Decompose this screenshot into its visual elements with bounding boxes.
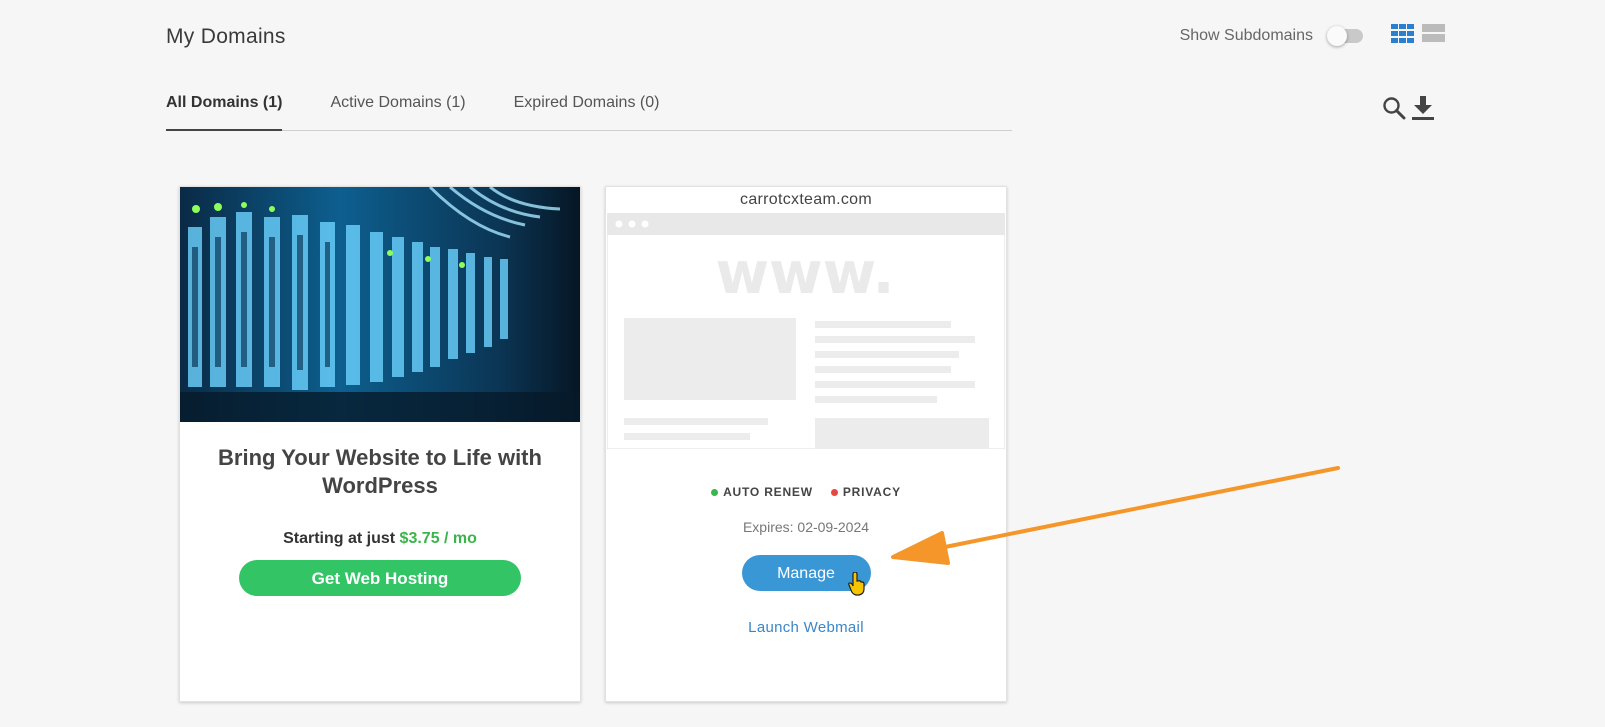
expiration-date: Expires: 02-09-2024 (742, 519, 870, 535)
domain-name[interactable]: carrotcxteam.com (606, 191, 1006, 209)
hand-cursor-icon (848, 572, 865, 596)
view-controls: Show Subdomains (1180, 24, 1445, 48)
domain-card: carrotcxteam.com www. AUTO RENEW PRIVACY… (605, 186, 1007, 702)
grid-view-icon[interactable] (1391, 24, 1414, 48)
auto-renew-dot-icon (711, 488, 719, 496)
privacy-status: PRIVACY (830, 485, 901, 499)
auto-renew-label: AUTO RENEW (723, 485, 813, 499)
launch-webmail-link[interactable]: Launch Webmail (606, 619, 1006, 636)
show-subdomains-toggle[interactable] (1327, 26, 1363, 46)
hosting-promo-card: Bring Your Website to Life with WordPres… (179, 186, 581, 702)
get-web-hosting-button[interactable]: Get Web Hosting (239, 560, 521, 596)
privacy-label: PRIVACY (842, 485, 901, 499)
list-tools (1382, 96, 1440, 125)
domain-tabs: All Domains (1) Active Domains (1) Expir… (166, 84, 1012, 131)
tab-all-domains[interactable]: All Domains (1) (166, 84, 283, 131)
show-subdomains-label: Show Subdomains (1179, 27, 1313, 44)
tab-expired-domains[interactable]: Expired Domains (0) (514, 84, 660, 130)
promo-title: Bring Your Website to Life with WordPres… (218, 445, 542, 498)
price-value: $3.75 / mo (399, 530, 477, 547)
search-icon[interactable] (1382, 96, 1406, 125)
promo-price: Starting at just $3.75 / mo (180, 530, 580, 548)
price-prefix: Starting at just (283, 530, 396, 547)
server-rack-image (180, 187, 580, 422)
website-placeholder-illustration: www. (607, 213, 1005, 449)
www-placeholder: www. (715, 239, 894, 307)
download-icon[interactable] (1412, 96, 1434, 125)
toggle-knob (1327, 26, 1347, 46)
domain-status-row: AUTO RENEW PRIVACY (606, 485, 1006, 499)
tab-active-domains[interactable]: Active Domains (1) (330, 84, 465, 130)
page-title: My Domains (166, 25, 286, 48)
auto-renew-status: AUTO RENEW (711, 485, 813, 499)
privacy-dot-icon (830, 488, 838, 496)
list-view-icon[interactable] (1422, 24, 1445, 48)
